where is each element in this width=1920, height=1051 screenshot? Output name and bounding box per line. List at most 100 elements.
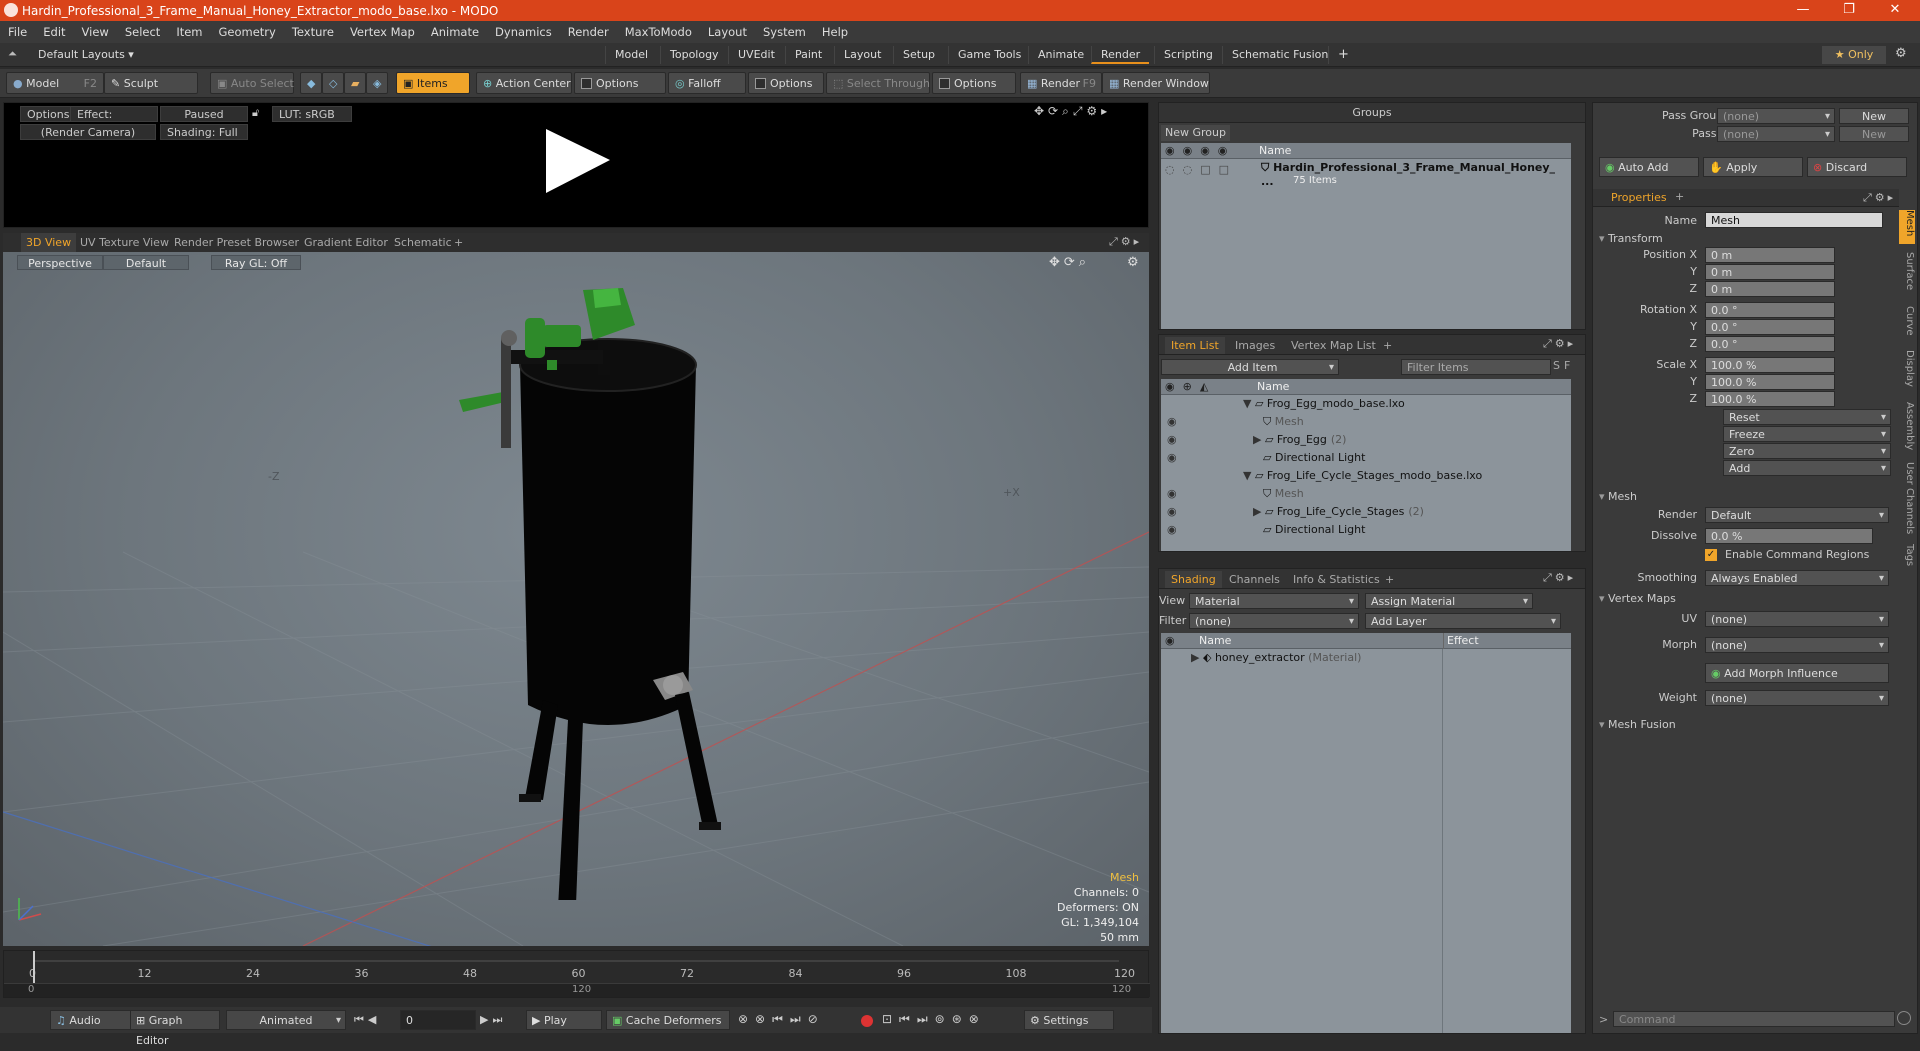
position-y-field[interactable]: 0 m [1705, 264, 1835, 280]
audio-button[interactable]: ♫ Audio [50, 1010, 134, 1030]
filter-items-input[interactable]: Filter Items [1401, 359, 1551, 375]
animated-dropdown[interactable]: Animated [226, 1010, 346, 1031]
action-center-button[interactable]: ⊕ Action Center [476, 72, 572, 94]
item-list-row[interactable]: ◉ ▶ ▱ Frog_Life_Cycle_Stages (2) [1161, 503, 1571, 521]
tab-channels[interactable]: Channels [1223, 571, 1286, 588]
visibility-eye-icon[interactable]: ◉ [1167, 449, 1177, 467]
side-tab-mesh[interactable]: Mesh [1899, 210, 1915, 244]
discard-button[interactable]: ⊗ Discard [1807, 157, 1907, 177]
rotation-y-field[interactable]: 0.0 ° [1705, 319, 1835, 335]
lut-dropdown[interactable]: LUT: sRGB [272, 106, 352, 122]
skip-back-icons[interactable]: ⏮◀ [354, 1013, 380, 1027]
visibility-eye-icon[interactable]: ◉ [1167, 503, 1177, 521]
default-shading-dropdown[interactable]: Default [103, 255, 189, 270]
add-shading-tab-button[interactable]: + [1379, 571, 1400, 588]
polygons-mode-icon[interactable]: ▰ [344, 72, 366, 94]
effect-dropdown[interactable]: Effect: (Shadi... [70, 106, 158, 137]
tab-uvedit[interactable]: UVEdit [728, 46, 784, 64]
command-input[interactable]: Command [1613, 1011, 1895, 1027]
tab-gradient-editor[interactable]: Gradient Editor [299, 233, 393, 252]
menu-select[interactable]: Select [117, 25, 168, 39]
scale-y-field[interactable]: 100.0 % [1705, 374, 1835, 390]
tab-images[interactable]: Images [1229, 337, 1281, 354]
preview-nav-icons[interactable]: ✥⟳⌕⤢⚙▸ [1034, 104, 1111, 119]
group-row-toggles[interactable]: ◌◌□□ [1165, 163, 1237, 176]
new-pass-button[interactable]: New [1839, 126, 1909, 142]
position-z-field[interactable]: 0 m [1705, 281, 1835, 297]
tab-scripting[interactable]: Scripting [1154, 46, 1222, 64]
tab-game-tools[interactable]: Game Tools [948, 46, 1030, 64]
tab-item-list[interactable]: Item List [1165, 337, 1225, 354]
visibility-eye-icon[interactable]: ◉ [1167, 413, 1177, 431]
dissolve-field[interactable]: 0.0 % [1705, 528, 1873, 544]
menu-geometry[interactable]: Geometry [211, 25, 284, 39]
render-window-button[interactable]: ▦ Render Window [1102, 72, 1210, 94]
menu-layout[interactable]: Layout [700, 25, 755, 39]
freeze-dropdown[interactable]: Freeze [1723, 426, 1891, 443]
item-list-row[interactable]: ◉ ⛉ Mesh [1161, 413, 1571, 431]
command-history-icon[interactable] [1897, 1011, 1911, 1025]
reset-dropdown[interactable]: Reset [1723, 409, 1891, 426]
vertices-mode-icon[interactable]: ◆ [300, 72, 322, 94]
tab-vertex-map-list[interactable]: Vertex Map List [1285, 337, 1382, 354]
side-tab-display[interactable]: Display [1899, 350, 1915, 396]
tab-3d-view[interactable]: 3D View [21, 233, 77, 252]
tab-paint[interactable]: Paint [785, 46, 831, 64]
item-list-row[interactable]: ◉ ⛉ Mesh [1161, 485, 1571, 503]
menu-item[interactable]: Item [168, 25, 210, 39]
menu-vertex-map[interactable]: Vertex Map [342, 25, 423, 39]
weight-dropdown[interactable]: (none) [1705, 690, 1889, 707]
tab-properties[interactable]: Properties [1611, 191, 1667, 204]
render-dropdown[interactable]: Default [1705, 507, 1889, 524]
menu-maxtomodo[interactable]: MaxToModo [617, 25, 700, 39]
tab-animate[interactable]: Animate [1028, 46, 1093, 64]
tab-layout[interactable]: Layout [834, 46, 890, 64]
tab-setup[interactable]: Setup [893, 46, 944, 64]
playhead[interactable] [33, 951, 35, 983]
only-toggle[interactable]: ★ Only [1822, 46, 1886, 64]
add-properties-tab[interactable]: + [1675, 190, 1684, 203]
side-tab-surface[interactable]: Surface [1899, 252, 1915, 300]
graph-editor-button[interactable]: ⊞ Graph Editor [130, 1010, 220, 1047]
viewport-nav-icons[interactable]: ✥⟳⌕ [1049, 255, 1090, 270]
properties-expand-icon[interactable]: ⤢⚙▸ [1863, 191, 1896, 205]
add-layer-dropdown[interactable]: Add Layer [1365, 613, 1561, 630]
tab-schematic-fusion[interactable]: Schematic Fusion [1222, 46, 1337, 64]
scale-z-field[interactable]: 100.0 % [1705, 391, 1835, 407]
honey-extractor-model[interactable] [443, 280, 783, 900]
preview-options-button[interactable]: Options [20, 106, 77, 122]
3d-viewport[interactable]: Perspective Default Ray GL: Off ✥⟳⌕ ⚙ -Z… [3, 252, 1149, 946]
transform-section[interactable]: Transform [1599, 231, 1663, 247]
side-tab-user-channels[interactable]: User Channels [1899, 462, 1915, 536]
item-tree[interactable]: ◉⊕◭ Name ▼ ▱ Frog_Egg_modo_base.lxo ◉ ⛉ M… [1161, 379, 1571, 551]
model-mode-button[interactable]: ● Model F2 [6, 72, 104, 94]
raygl-dropdown[interactable]: Ray GL: Off [211, 255, 301, 270]
select-options-button[interactable]: Options [932, 72, 1016, 94]
falloff-button[interactable]: ◎ Falloff [668, 72, 746, 94]
material-row[interactable]: ▶ ⬖ honey_extractor (Material) [1191, 649, 1361, 667]
menu-edit[interactable]: Edit [35, 25, 73, 39]
filter-dropdown[interactable]: (none) [1189, 613, 1359, 630]
select-through-button[interactable]: ⬚ Select Through [826, 72, 930, 94]
play-button[interactable]: ▶ Play [526, 1010, 602, 1030]
apply-button[interactable]: ✋ Apply [1703, 157, 1803, 177]
tab-render-preset-browser[interactable]: Render Preset Browser [169, 233, 304, 252]
auto-add-button[interactable]: ◉ Auto Add [1599, 157, 1699, 177]
smoothing-dropdown[interactable]: Always Enabled [1705, 570, 1889, 587]
menu-animate[interactable]: Animate [423, 25, 487, 39]
mesh-section[interactable]: Mesh [1599, 489, 1637, 505]
frame-input[interactable]: 0 [400, 1010, 476, 1030]
mesh-fusion-section[interactable]: Mesh Fusion [1599, 717, 1676, 733]
sculpt-mode-button[interactable]: ✎ Sculpt [104, 72, 198, 94]
render-preview[interactable]: Options Effect: (Shadi... Paused 🔓︎ LUT:… [3, 102, 1149, 228]
edges-mode-icon[interactable]: ◇ [322, 72, 344, 94]
gear-icon[interactable]: ⚙ [1895, 46, 1907, 61]
item-list-row[interactable]: ◉ ▱ Directional Light [1161, 521, 1571, 539]
visibility-eye-icon[interactable]: ◉ [1167, 521, 1177, 539]
shading-expand-icon[interactable]: ⤢⚙▸ [1543, 571, 1576, 585]
settings-button[interactable]: ⚙ Settings [1024, 1010, 1114, 1030]
viewport-expand-icon[interactable]: ⤢⚙▸ [1109, 235, 1142, 249]
menu-help[interactable]: Help [814, 25, 856, 39]
menu-file[interactable]: File [0, 25, 35, 39]
viewport-settings-icon[interactable]: ⚙ [1127, 255, 1139, 270]
